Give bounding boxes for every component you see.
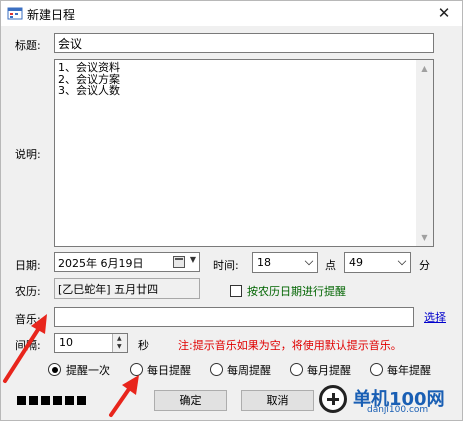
title-input[interactable]: 会议	[54, 33, 434, 53]
calendar-icon[interactable]	[173, 256, 185, 268]
increment-icon[interactable]: ▲	[117, 335, 122, 342]
new-schedule-dialog: 新建日程 ✕ 标题: 会议 说明: 1、会议资料 2、会议方案 3、会议人数 ▲…	[0, 0, 463, 421]
interval-label: 间隔:	[15, 339, 41, 352]
minute-value: 49	[349, 256, 363, 269]
scroll-up-icon[interactable]: ▲	[416, 60, 433, 77]
chevron-down-icon	[304, 256, 314, 266]
description-label: 说明:	[15, 148, 41, 161]
title-label: 标题:	[15, 39, 41, 52]
music-input[interactable]	[54, 307, 414, 327]
red-arrow-to-daily-option	[109, 375, 139, 417]
progress-squares	[17, 396, 86, 405]
scroll-down-icon[interactable]: ▼	[416, 229, 433, 246]
lunar-date-display: [乙巳蛇年] 五月廿四	[54, 278, 200, 299]
browse-link[interactable]: 选择	[424, 309, 446, 325]
description-line: 1、会议资料	[58, 61, 120, 74]
square-icon	[17, 396, 26, 405]
decrement-icon[interactable]: ▼	[117, 343, 122, 350]
description-text: 1、会议资料 2、会议方案 3、会议人数	[58, 62, 120, 97]
square-icon	[77, 396, 86, 405]
lunar-reminder-checkbox[interactable]	[230, 285, 242, 297]
calendar-app-icon	[7, 7, 23, 20]
hour-unit: 点	[325, 259, 336, 272]
lunar-reminder-label[interactable]: 按农历日期进行提醒	[247, 283, 346, 299]
description-scrollbar[interactable]: ▲ ▼	[416, 60, 433, 246]
lunar-label: 农历:	[15, 285, 41, 298]
date-picker[interactable]: 2025年 6月19日 ▼	[54, 252, 200, 272]
watermark-domain: danji100.com	[367, 405, 429, 415]
hour-value: 18	[257, 256, 271, 269]
radio-weekly-label[interactable]: 每周提醒	[227, 362, 271, 378]
window-title: 新建日程	[27, 8, 76, 22]
interval-stepper[interactable]: 10 ▲ ▼	[54, 333, 128, 353]
title-bar: 新建日程 ✕	[1, 1, 462, 26]
radio-remind-once[interactable]	[48, 363, 61, 376]
radio-monthly[interactable]	[290, 363, 303, 376]
interval-value: 10	[59, 336, 73, 349]
radio-yearly[interactable]	[370, 363, 383, 376]
stepper-buttons[interactable]: ▲ ▼	[112, 334, 127, 352]
date-label: 日期:	[15, 259, 41, 272]
interval-unit: 秒	[138, 339, 149, 352]
music-note: 注:提示音乐如果为空，将使用默认提示音乐。	[178, 339, 402, 352]
radio-yearly-label[interactable]: 每年提醒	[387, 362, 431, 378]
square-icon	[29, 396, 38, 405]
radio-daily-label[interactable]: 每日提醒	[147, 362, 191, 378]
chevron-down-icon	[397, 256, 407, 266]
description-line: 3、会议人数	[58, 84, 120, 97]
hour-select[interactable]: 18	[252, 252, 318, 273]
radio-daily[interactable]	[130, 363, 143, 376]
square-icon	[41, 396, 50, 405]
minute-unit: 分	[419, 259, 430, 272]
minute-select[interactable]: 49	[344, 252, 411, 273]
time-label: 时间:	[213, 259, 239, 272]
ok-button[interactable]: 确定	[154, 390, 227, 411]
description-textarea[interactable]: 1、会议资料 2、会议方案 3、会议人数 ▲ ▼	[54, 59, 434, 247]
square-icon	[65, 396, 74, 405]
radio-monthly-label[interactable]: 每月提醒	[307, 362, 351, 378]
music-label: 音乐:	[15, 313, 41, 326]
chevron-down-icon[interactable]: ▼	[190, 255, 196, 264]
close-icon[interactable]: ✕	[426, 1, 462, 26]
cancel-button[interactable]: 取消	[241, 390, 314, 411]
date-value: 2025年 6月19日	[58, 257, 144, 270]
watermark-plus-icon	[319, 385, 347, 413]
radio-remind-once-label[interactable]: 提醒一次	[66, 362, 110, 378]
radio-weekly[interactable]	[210, 363, 223, 376]
square-icon	[53, 396, 62, 405]
